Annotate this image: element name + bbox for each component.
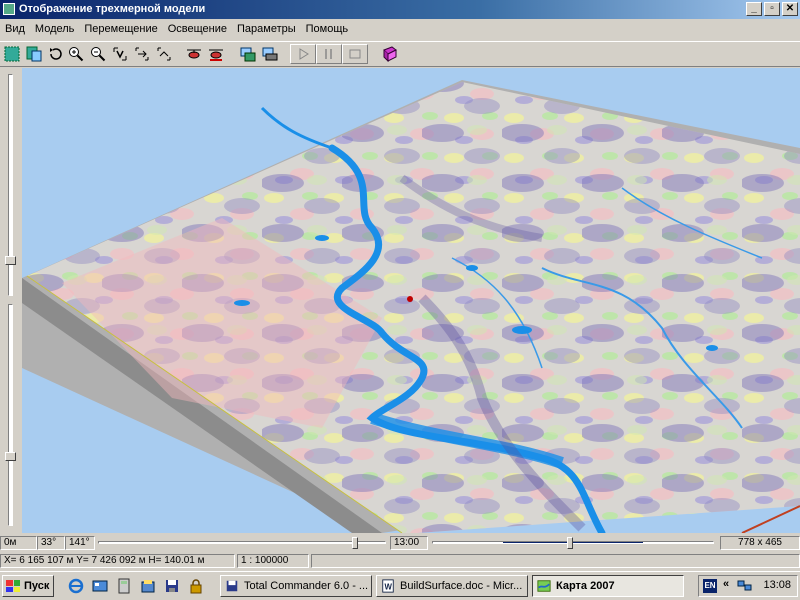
task-buildsurface-doc[interactable]: W BuildSurface.doc - Micr... bbox=[376, 575, 528, 597]
status-empty-cell bbox=[311, 554, 800, 568]
calc-icon[interactable] bbox=[116, 578, 132, 594]
3d-viewport[interactable] bbox=[22, 68, 800, 533]
helicopter-icon[interactable] bbox=[184, 44, 204, 64]
height-readout: 0м bbox=[0, 536, 37, 550]
task-label: BuildSurface.doc - Micr... bbox=[400, 580, 523, 592]
help-book-icon[interactable] bbox=[380, 44, 400, 64]
time-readout: 13:00 bbox=[390, 536, 428, 550]
reset-view-icon[interactable] bbox=[154, 44, 174, 64]
word-icon: W bbox=[382, 579, 394, 593]
angle-readout-2: 141° bbox=[65, 536, 95, 550]
viewport-size-readout: 778 x 465 bbox=[720, 536, 800, 550]
stop-button[interactable] bbox=[342, 44, 368, 64]
maximize-button[interactable]: ▫ bbox=[764, 2, 780, 16]
coordinates-readout: X= 6 165 107 м Y= 7 426 092 м H= 140.01 … bbox=[0, 554, 235, 568]
floppy-icon bbox=[226, 580, 238, 592]
tray-expand-icon[interactable]: « bbox=[723, 578, 729, 590]
tray-clock: 13:08 bbox=[763, 579, 791, 591]
windows-flag-icon bbox=[6, 580, 20, 592]
pause-button[interactable] bbox=[316, 44, 342, 64]
terrain-render bbox=[22, 80, 800, 533]
toolbar bbox=[0, 41, 800, 67]
select-icon[interactable] bbox=[2, 44, 22, 64]
desktop-icon[interactable] bbox=[92, 578, 108, 594]
time-slider[interactable] bbox=[432, 536, 714, 550]
close-button[interactable]: ✕ bbox=[782, 2, 798, 16]
svg-text:W: W bbox=[385, 583, 393, 592]
fit-icon[interactable] bbox=[110, 44, 130, 64]
ie-icon[interactable] bbox=[68, 578, 84, 594]
menu-parameters[interactable]: Параметры bbox=[232, 23, 301, 35]
map-icon bbox=[537, 580, 551, 592]
status-row-2: X= 6 165 107 м Y= 7 426 092 м H= 140.01 … bbox=[0, 553, 800, 569]
network-icon[interactable] bbox=[737, 579, 753, 593]
window-title: Отображение трехмерной модели bbox=[19, 3, 206, 15]
task-total-commander[interactable]: Total Commander 6.0 - ... bbox=[220, 575, 372, 597]
export-icon[interactable] bbox=[238, 44, 258, 64]
taskbar: Пуск Total Commander 6.0 - ... W BuildSu… bbox=[0, 571, 800, 600]
menu-view[interactable]: Вид bbox=[0, 23, 30, 35]
title-bar[interactable]: Отображение трехмерной модели _ ▫ ✕ bbox=[0, 0, 800, 19]
angle-readout-1: 33° bbox=[37, 536, 65, 550]
floppy-icon[interactable] bbox=[164, 578, 180, 594]
task-label: Total Commander 6.0 - ... bbox=[244, 580, 369, 592]
select-layers-icon[interactable] bbox=[24, 44, 44, 64]
rotate-icon[interactable] bbox=[46, 44, 66, 64]
scale-readout: 1 : 100000 bbox=[237, 554, 309, 568]
zoom-in-icon[interactable] bbox=[66, 44, 86, 64]
menu-navigation[interactable]: Перемещение bbox=[79, 23, 162, 35]
window-controls: _ ▫ ✕ bbox=[746, 2, 798, 16]
app-icon bbox=[3, 3, 15, 15]
play-button[interactable] bbox=[290, 44, 316, 64]
menu-help[interactable]: Помощь bbox=[301, 23, 354, 35]
vertical-track-lower[interactable] bbox=[8, 304, 13, 526]
vertical-slider-panel bbox=[0, 68, 22, 533]
explorer-icon[interactable] bbox=[140, 578, 156, 594]
shift-icon[interactable] bbox=[132, 44, 152, 64]
task-label: Карта 2007 bbox=[556, 580, 615, 592]
menu-model[interactable]: Модель bbox=[30, 23, 79, 35]
menu-bar: Вид Модель Перемещение Освещение Парамет… bbox=[0, 19, 800, 39]
menu-lighting[interactable]: Освещение bbox=[163, 23, 232, 35]
language-indicator[interactable]: EN bbox=[703, 579, 717, 593]
system-tray: EN « 13:08 bbox=[698, 575, 798, 597]
status-row-1: 0м 33° 141° 13:00 778 x 465 bbox=[0, 535, 800, 551]
vertical-thumb-upper[interactable] bbox=[5, 256, 16, 265]
minimize-button[interactable]: _ bbox=[746, 2, 762, 16]
elevation-slider-thumb[interactable] bbox=[352, 537, 358, 549]
task-karta-2007[interactable]: Карта 2007 bbox=[532, 575, 684, 597]
start-button[interactable]: Пуск bbox=[2, 575, 54, 597]
lock-icon[interactable] bbox=[188, 578, 204, 594]
flight-icon[interactable] bbox=[206, 44, 226, 64]
start-label: Пуск bbox=[24, 580, 50, 592]
time-slider-thumb[interactable] bbox=[567, 537, 573, 549]
print-icon[interactable] bbox=[260, 44, 280, 64]
elevation-slider[interactable] bbox=[98, 536, 386, 550]
zoom-out-icon[interactable] bbox=[88, 44, 108, 64]
vertical-thumb-lower[interactable] bbox=[5, 452, 16, 461]
